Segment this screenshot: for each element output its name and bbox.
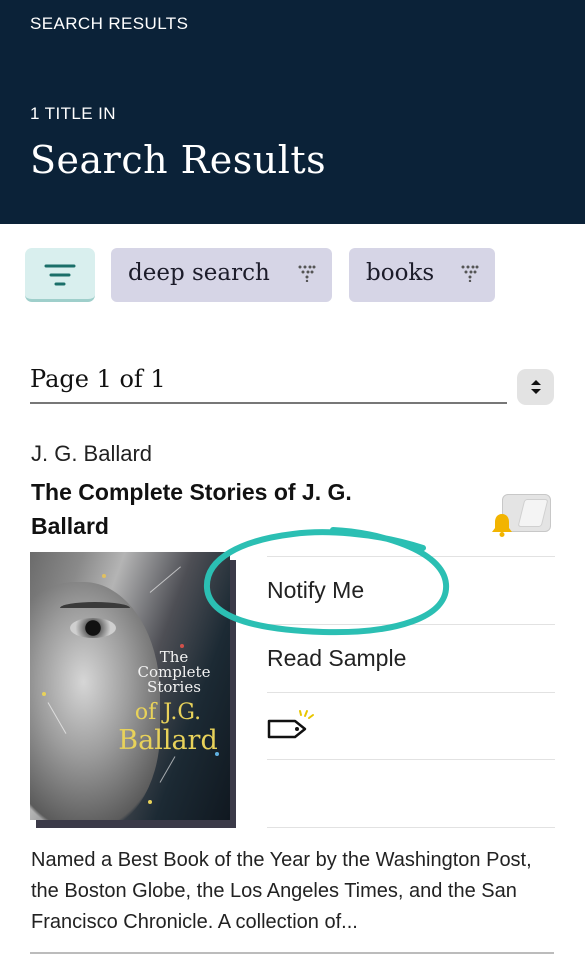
cover-dot	[42, 692, 46, 696]
cover-dot	[102, 574, 106, 578]
chip-deep-search[interactable]: deep search	[111, 248, 332, 302]
funnel-dots-icon	[461, 265, 479, 282]
book-author[interactable]: J. G. Ballard	[31, 441, 152, 467]
tag-button[interactable]	[267, 692, 555, 760]
cover-title-line: Stories	[147, 678, 201, 696]
cover-author-line: Ballard	[118, 725, 218, 756]
chip-books[interactable]: books	[349, 248, 495, 302]
sort-up-down-icon	[531, 380, 541, 394]
cover-streak	[149, 566, 181, 593]
highlight-circle	[203, 527, 450, 636]
bottom-divider	[30, 952, 554, 954]
results-count: 1 TITLE IN	[30, 104, 116, 123]
cover-brow	[60, 602, 130, 614]
filter-lines-icon	[44, 264, 76, 286]
chip-label: books	[366, 260, 435, 286]
tag-icon	[267, 710, 314, 739]
breadcrumb[interactable]: SEARCH RESULTS	[30, 14, 188, 34]
cover-author-line: of J.G.	[134, 700, 202, 725]
toggle-knob	[517, 499, 549, 527]
cover-author: of J.G. Ballard	[104, 700, 230, 756]
cover-title: The Complete Stories	[118, 650, 230, 695]
chip-label: deep search	[128, 260, 270, 286]
cover-eye	[70, 618, 116, 638]
read-sample-label: Read Sample	[267, 645, 407, 671]
filter-bar: deep search books	[0, 248, 585, 304]
cover-art: The Complete Stories of J.G. Ballard	[30, 552, 230, 820]
filter-button[interactable]	[25, 248, 95, 302]
page-selector[interactable]: Page 1 of 1	[30, 362, 507, 404]
page-header: SEARCH RESULTS 1 TITLE IN Search Results	[0, 0, 585, 224]
cover-streak	[159, 756, 176, 783]
funnel-dots-icon	[298, 265, 316, 282]
page-title: Search Results	[30, 138, 327, 182]
page-sort-button[interactable]	[517, 369, 554, 405]
actions-divider	[267, 827, 555, 828]
bell-icon	[492, 514, 512, 537]
book-description[interactable]: Named a Best Book of the Year by the Was…	[31, 845, 561, 938]
cover-dot	[148, 800, 152, 804]
